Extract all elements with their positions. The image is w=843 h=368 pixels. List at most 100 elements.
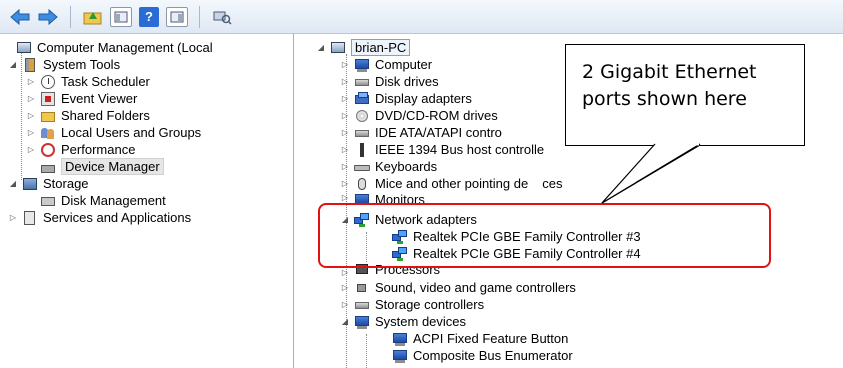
- console-tree-pane: Computer Management (Local ◢ System Tool…: [2, 34, 294, 368]
- help-icon: ?: [139, 6, 159, 27]
- storage-controller-icon: [354, 297, 370, 313]
- tree-item-label: Shared Folders: [61, 108, 150, 123]
- tree-item-system-tools[interactable]: ◢ System Tools: [8, 56, 120, 73]
- expand-arrow-icon[interactable]: ▷: [340, 267, 350, 277]
- device-category-label: Computer: [375, 57, 433, 72]
- toolbar: ?: [0, 0, 843, 34]
- up-folder-button[interactable]: [81, 5, 105, 29]
- device-manager-icon: [40, 159, 56, 175]
- tree-item-label: Computer Management (Local: [37, 40, 213, 55]
- system-device-item[interactable]: Composite Bus Enumerator: [392, 347, 573, 364]
- storage-icon: [22, 176, 38, 192]
- device-category-keyboards[interactable]: ▷ Keyboards: [340, 158, 437, 175]
- expand-arrow-icon[interactable]: ▷: [340, 179, 350, 189]
- expand-arrow-icon[interactable]: ▷: [340, 283, 350, 293]
- scan-hardware-button[interactable]: [210, 5, 234, 29]
- expand-arrow-icon[interactable]: ▷: [26, 111, 36, 121]
- collapse-arrow-icon[interactable]: ◢: [316, 43, 326, 53]
- callout-box: 2 Gigabit Ethernet ports shown here: [565, 44, 805, 146]
- device-category-label-tail: ces: [542, 176, 563, 191]
- expand-arrow-icon[interactable]: ▷: [340, 77, 350, 87]
- tree-item-services-apps[interactable]: ▷ Services and Applications: [8, 209, 191, 226]
- action-pane-icon: [166, 6, 188, 27]
- network-adapters-highlight: [318, 203, 771, 268]
- help-button[interactable]: ?: [137, 5, 161, 29]
- device-category-label: Mice and other pointing de: [375, 176, 529, 191]
- system-device-label: ACPI Fixed Feature Button: [413, 331, 569, 346]
- computer-management-icon: [16, 40, 32, 56]
- expand-arrow-icon[interactable]: ▷: [340, 128, 350, 138]
- device-category-display-adapters[interactable]: ▷ Display adapters: [340, 90, 472, 107]
- users-icon: [40, 125, 56, 141]
- tree-item-task-scheduler[interactable]: ▷ Task Scheduler: [26, 73, 150, 90]
- expand-arrow-icon[interactable]: ▷: [340, 162, 350, 172]
- device-category-ieee1394[interactable]: ▷ IEEE 1394 Bus host controlle: [340, 141, 544, 158]
- device-category-computer[interactable]: ▷ Computer: [340, 56, 432, 73]
- expand-arrow-icon[interactable]: ▷: [340, 192, 350, 202]
- back-arrow-icon: [10, 8, 30, 25]
- device-category-storage-controllers[interactable]: ▷ Storage controllers: [340, 296, 484, 313]
- device-category-label: IEEE 1394 Bus host controlle: [375, 142, 545, 157]
- tree-item-label: System Tools: [43, 57, 121, 72]
- collapse-arrow-icon[interactable]: ◢: [8, 60, 18, 70]
- expand-arrow-icon[interactable]: ▷: [26, 145, 36, 155]
- disk-drive-icon: [354, 74, 370, 90]
- expand-arrow-icon[interactable]: ▷: [8, 213, 18, 223]
- device-category-label: Keyboards: [375, 159, 438, 174]
- toolbar-separator: [199, 5, 200, 28]
- tree-item-label: Event Viewer: [61, 91, 138, 106]
- show-hide-action-pane-button[interactable]: [165, 5, 189, 29]
- tree-item-local-users[interactable]: ▷ Local Users and Groups: [26, 124, 201, 141]
- device-category-ide[interactable]: ▷ IDE ATA/ATAPI contro: [340, 124, 502, 141]
- disk-management-icon: [40, 193, 56, 209]
- event-viewer-icon: [40, 91, 56, 107]
- system-device-icon: [392, 348, 408, 364]
- collapse-arrow-icon[interactable]: ◢: [8, 179, 18, 189]
- tree-item-computer-management[interactable]: Computer Management (Local: [16, 39, 213, 56]
- shared-folder-icon: [40, 108, 56, 124]
- tree-item-storage[interactable]: ◢ Storage: [8, 175, 89, 192]
- tree-item-label: Device Manager: [61, 158, 164, 175]
- computer-icon: [330, 40, 346, 56]
- device-category-label: Storage controllers: [375, 297, 485, 312]
- performance-icon: [40, 142, 56, 158]
- device-category-sound[interactable]: ▷ Sound, video and game controllers: [340, 279, 576, 296]
- device-category-system-devices[interactable]: ◢ System devices: [340, 313, 466, 330]
- system-device-label: Composite Bus Enumerator: [413, 348, 573, 363]
- mouse-icon: [354, 176, 370, 192]
- console-tree-icon: [110, 6, 132, 27]
- device-category-disk-drives[interactable]: ▷ Disk drives: [340, 73, 439, 90]
- system-device-item[interactable]: ACPI Fixed Feature Button: [392, 330, 568, 347]
- expand-arrow-icon[interactable]: ▷: [26, 94, 36, 104]
- expand-arrow-icon[interactable]: ▷: [340, 111, 350, 121]
- tree-item-label: Performance: [61, 142, 136, 157]
- callout-line: 2 Gigabit Ethernet: [582, 61, 757, 83]
- expand-arrow-icon[interactable]: ▷: [340, 300, 350, 310]
- tree-item-shared-folders[interactable]: ▷ Shared Folders: [26, 107, 150, 124]
- ide-controller-icon: [354, 125, 370, 141]
- tree-item-host[interactable]: ◢ brian-PC: [316, 39, 411, 56]
- back-button[interactable]: [8, 5, 32, 29]
- device-category-dvd[interactable]: ▷ DVD/CD-ROM drives: [340, 107, 498, 124]
- system-tools-icon: [22, 57, 38, 73]
- display-adapter-icon: [354, 91, 370, 107]
- tree-item-label: Services and Applications: [43, 210, 192, 225]
- forward-arrow-icon: [38, 8, 58, 25]
- expand-arrow-icon[interactable]: ▷: [340, 60, 350, 70]
- tree-item-disk-management[interactable]: Disk Management: [40, 192, 166, 209]
- device-category-label: IDE ATA/ATAPI contro: [375, 125, 502, 140]
- folder-up-icon: [83, 11, 102, 24]
- show-hide-console-tree-button[interactable]: [109, 5, 133, 29]
- expand-arrow-icon[interactable]: ▷: [26, 77, 36, 87]
- device-category-mice[interactable]: ▷ Mice and other pointing de ces: [340, 175, 563, 192]
- collapse-arrow-icon[interactable]: ◢: [340, 317, 350, 327]
- tree-item-performance[interactable]: ▷ Performance: [26, 141, 136, 158]
- forward-button[interactable]: [36, 5, 60, 29]
- expand-arrow-icon[interactable]: ▷: [26, 128, 36, 138]
- expand-arrow-icon[interactable]: ▷: [340, 145, 350, 155]
- tree-item-label: Disk Management: [61, 193, 166, 208]
- tree-item-event-viewer[interactable]: ▷ Event Viewer: [26, 90, 137, 107]
- tree-item-device-manager[interactable]: Device Manager: [40, 158, 164, 175]
- expand-arrow-icon[interactable]: ▷: [340, 94, 350, 104]
- tree-line: [366, 334, 367, 368]
